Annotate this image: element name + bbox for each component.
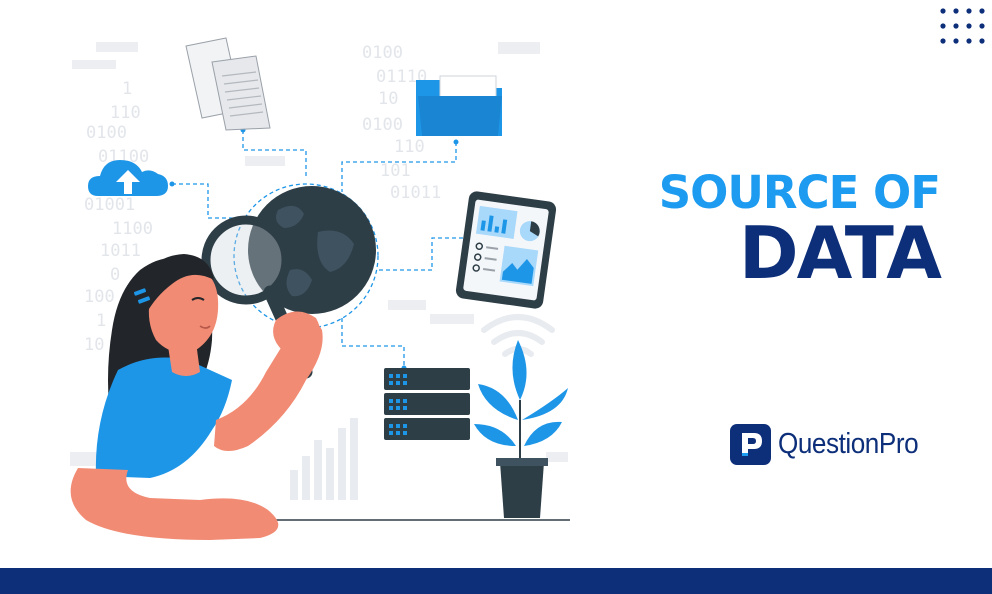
- folder-icon: [416, 75, 502, 136]
- binary-text: 110: [110, 103, 141, 123]
- bar-chart-icon: [290, 418, 358, 500]
- binary-text: 0100: [86, 123, 127, 143]
- dot-grid-icon: [940, 8, 985, 44]
- binary-text: 0100: [362, 115, 403, 135]
- binary-text: 101: [380, 161, 411, 181]
- binary-text: 0: [110, 265, 120, 285]
- footer-bar: [0, 568, 992, 594]
- headline-line2: DATA: [738, 211, 942, 295]
- binary-text: 1011: [100, 241, 141, 261]
- binary-text: 1: [122, 79, 132, 99]
- server-icon: [384, 368, 470, 440]
- binary-text: 01011: [390, 183, 441, 203]
- binary-text: 01001: [84, 195, 135, 215]
- binary-text: 1100: [112, 219, 153, 239]
- plant-icon: [474, 340, 568, 518]
- binary-text: 100: [84, 287, 115, 307]
- binary-text: 0100: [362, 43, 403, 63]
- binary-text: 110: [394, 137, 425, 157]
- documents-icon: [185, 37, 271, 131]
- headline: SOURCE OF DATA: [658, 166, 942, 295]
- headline-line1: SOURCE OF: [658, 166, 941, 219]
- data-search-illustration: 0100 01110 1 110 0100 01100 01001 1100 1…: [70, 37, 570, 540]
- binary-text: 10: [84, 335, 104, 355]
- tablet-icon: [455, 191, 557, 309]
- binary-text: 10: [378, 89, 398, 109]
- questionpro-logo-text: QuestionPro: [778, 428, 919, 460]
- binary-text: 1: [96, 311, 106, 331]
- questionpro-logo: QuestionPro: [730, 424, 934, 465]
- questionpro-logo-icon: [730, 424, 771, 465]
